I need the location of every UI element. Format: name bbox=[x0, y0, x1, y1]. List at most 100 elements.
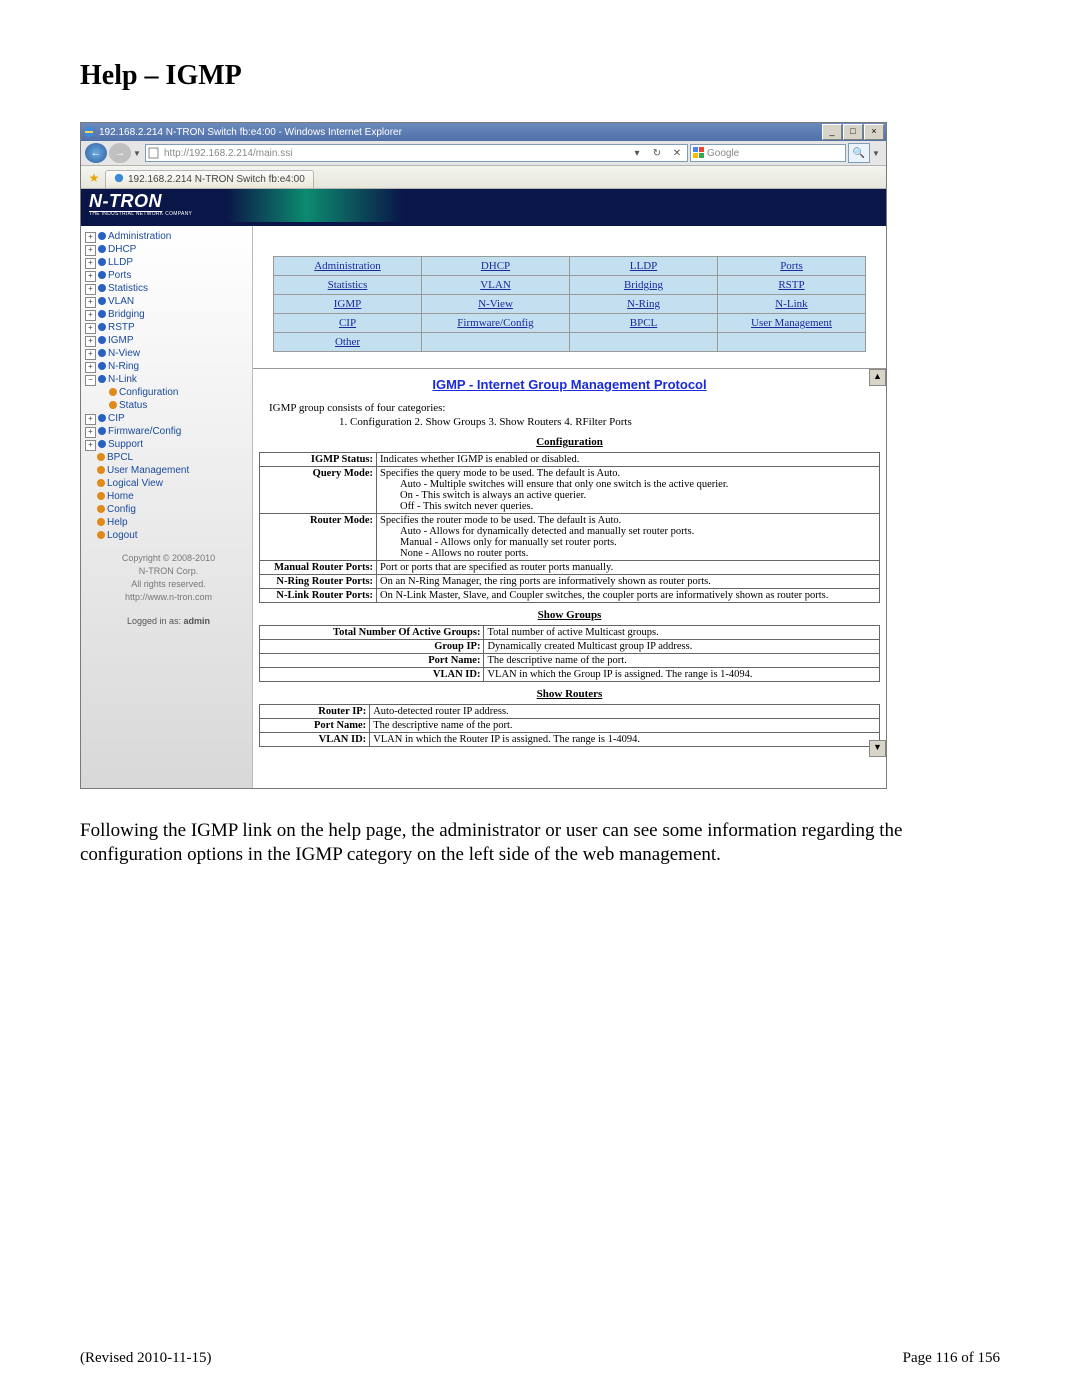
definition-key: Router IP: bbox=[260, 705, 370, 719]
sidebar-item-igmp[interactable]: + IGMP bbox=[85, 334, 252, 347]
help-index-cell[interactable]: RSTP bbox=[718, 276, 866, 295]
expand-icon[interactable]: + bbox=[85, 414, 96, 425]
sidebar-item-help[interactable]: Help bbox=[85, 516, 252, 529]
help-index-cell[interactable]: Administration bbox=[274, 257, 422, 276]
bullet-icon bbox=[98, 427, 106, 435]
help-index-cell[interactable]: DHCP bbox=[422, 257, 570, 276]
address-bar[interactable]: http://192.168.2.214/main.ssi ▾ ↻ ✕ bbox=[145, 144, 688, 162]
maximize-button[interactable]: □ bbox=[843, 124, 863, 140]
sidebar-item-logical-view[interactable]: Logical View bbox=[85, 477, 252, 490]
back-button[interactable]: ← bbox=[85, 143, 107, 163]
sidebar-item-logout[interactable]: Logout bbox=[85, 529, 252, 542]
sidebar-item-user-management[interactable]: User Management bbox=[85, 464, 252, 477]
help-index-cell[interactable]: User Management bbox=[718, 314, 866, 333]
sidebar-item-firmware-config[interactable]: +Firmware/Config bbox=[85, 425, 252, 438]
help-index-link-other[interactable]: Other bbox=[335, 336, 360, 348]
minimize-button[interactable]: _ bbox=[822, 124, 842, 140]
sidebar-item-n-view[interactable]: +N-View bbox=[85, 347, 252, 360]
help-index-link-firmware-config[interactable]: Firmware/Config bbox=[457, 317, 533, 329]
help-index-link-rstp[interactable]: RSTP bbox=[778, 279, 804, 291]
help-index-cell[interactable]: VLAN bbox=[422, 276, 570, 295]
refresh-icon[interactable]: ↻ bbox=[649, 145, 665, 161]
collapse-icon[interactable]: − bbox=[85, 375, 96, 386]
help-index-cell[interactable]: N-Ring bbox=[570, 295, 718, 314]
help-index-cell[interactable]: N-Link bbox=[718, 295, 866, 314]
expand-icon[interactable]: + bbox=[85, 284, 96, 295]
body-paragraph: Following the IGMP link on the help page… bbox=[80, 819, 1000, 867]
definition-value: Indicates whether IGMP is enabled or dis… bbox=[377, 453, 880, 467]
help-index-cell[interactable]: LLDP bbox=[570, 257, 718, 276]
stop-icon[interactable]: ✕ bbox=[669, 145, 685, 161]
sidebar-item-dhcp[interactable]: +DHCP bbox=[85, 243, 252, 256]
sidebar-item-config[interactable]: Config bbox=[85, 503, 252, 516]
sidebar-item-rstp[interactable]: +RSTP bbox=[85, 321, 252, 334]
search-box[interactable]: Google bbox=[690, 144, 846, 162]
scroll-down-button[interactable]: ▼ bbox=[869, 740, 886, 757]
sidebar-item-bpcl[interactable]: BPCL bbox=[85, 451, 252, 464]
sidebar-item-status[interactable]: Status bbox=[85, 399, 252, 412]
sidebar-item-statistics[interactable]: +Statistics bbox=[85, 282, 252, 295]
sidebar-item-n-link[interactable]: −N-Link bbox=[85, 373, 252, 386]
sidebar-item-lldp[interactable]: +LLDP bbox=[85, 256, 252, 269]
sidebar-item-bridging[interactable]: +Bridging bbox=[85, 308, 252, 321]
expand-icon[interactable]: + bbox=[85, 232, 96, 243]
search-button[interactable]: 🔍 bbox=[848, 143, 870, 163]
browser-tab[interactable]: 192.168.2.214 N-TRON Switch fb:e4:00 bbox=[105, 170, 314, 188]
help-index-link-vlan[interactable]: VLAN bbox=[480, 279, 511, 291]
help-index-link-bpcl[interactable]: BPCL bbox=[630, 317, 658, 329]
help-index-cell[interactable]: IGMP bbox=[274, 295, 422, 314]
search-dropdown[interactable]: ▼ bbox=[872, 149, 882, 158]
help-index-cell[interactable]: Bridging bbox=[570, 276, 718, 295]
sidebar-item-ports[interactable]: +Ports bbox=[85, 269, 252, 282]
sidebar-item-vlan[interactable]: +VLAN bbox=[85, 295, 252, 308]
expand-icon[interactable]: + bbox=[85, 440, 96, 451]
page-number: Page 116 of 156 bbox=[903, 1350, 1000, 1367]
close-button[interactable]: × bbox=[864, 124, 884, 140]
favorites-icon[interactable]: ★ bbox=[87, 171, 101, 185]
sidebar-item-cip[interactable]: +CIP bbox=[85, 412, 252, 425]
sidebar-item-administration[interactable]: +Administration bbox=[85, 230, 252, 243]
bullet-icon bbox=[98, 414, 106, 422]
help-index-link-n-view[interactable]: N-View bbox=[478, 298, 513, 310]
definition-value: Specifies the query mode to be used. The… bbox=[377, 467, 880, 514]
expand-icon[interactable]: + bbox=[85, 271, 96, 282]
expand-icon[interactable]: + bbox=[85, 336, 96, 347]
scroll-up-button[interactable]: ▲ bbox=[869, 369, 886, 386]
help-index-cell[interactable]: BPCL bbox=[570, 314, 718, 333]
sidebar-item-home[interactable]: Home bbox=[85, 490, 252, 503]
help-index-cell[interactable]: CIP bbox=[274, 314, 422, 333]
forward-button[interactable]: → bbox=[109, 143, 131, 163]
copyright-url[interactable]: http://www.n-tron.com bbox=[125, 592, 212, 602]
help-index-link-ports[interactable]: Ports bbox=[780, 260, 803, 272]
sidebar-item-n-ring[interactable]: +N-Ring bbox=[85, 360, 252, 373]
help-index-link-n-link[interactable]: N-Link bbox=[775, 298, 807, 310]
help-index-cell[interactable]: Other bbox=[274, 333, 422, 352]
history-dropdown[interactable]: ▼ bbox=[133, 149, 143, 158]
help-index-cell[interactable]: N-View bbox=[422, 295, 570, 314]
help-index-link-cip[interactable]: CIP bbox=[339, 317, 356, 329]
expand-icon[interactable]: + bbox=[85, 245, 96, 256]
expand-icon[interactable]: + bbox=[85, 362, 96, 373]
help-index-link-statistics[interactable]: Statistics bbox=[328, 279, 368, 291]
help-index-cell[interactable]: Ports bbox=[718, 257, 866, 276]
expand-icon[interactable]: + bbox=[85, 310, 96, 321]
help-index-link-bridging[interactable]: Bridging bbox=[624, 279, 663, 291]
help-index-link-dhcp[interactable]: DHCP bbox=[481, 260, 510, 272]
expand-icon[interactable]: + bbox=[85, 258, 96, 269]
sidebar-item-label: IGMP bbox=[108, 335, 134, 346]
sidebar-item-configuration[interactable]: Configuration bbox=[85, 386, 252, 399]
help-index-link-igmp[interactable]: IGMP bbox=[334, 298, 362, 310]
help-index-cell[interactable]: Statistics bbox=[274, 276, 422, 295]
help-index-link-n-ring[interactable]: N-Ring bbox=[627, 298, 660, 310]
expand-icon[interactable]: + bbox=[85, 323, 96, 334]
definition-key: Query Mode: bbox=[260, 467, 377, 514]
help-index-link-user-management[interactable]: User Management bbox=[751, 317, 832, 329]
expand-icon[interactable]: + bbox=[85, 349, 96, 360]
help-index-link-administration[interactable]: Administration bbox=[314, 260, 381, 272]
url-dropdown-icon[interactable]: ▾ bbox=[629, 145, 645, 161]
expand-icon[interactable]: + bbox=[85, 427, 96, 438]
help-index-link-lldp[interactable]: LLDP bbox=[630, 260, 658, 272]
expand-icon[interactable]: + bbox=[85, 297, 96, 308]
help-index-cell[interactable]: Firmware/Config bbox=[422, 314, 570, 333]
sidebar-item-support[interactable]: +Support bbox=[85, 438, 252, 451]
